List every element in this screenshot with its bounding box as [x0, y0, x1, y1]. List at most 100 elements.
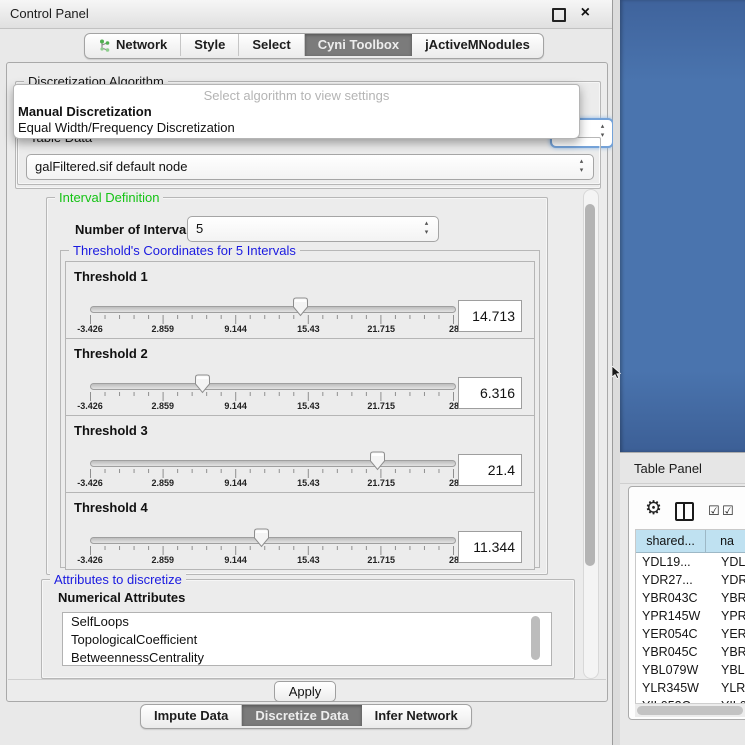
tab-cyni-toolbox[interactable]: Cyni Toolbox: [305, 34, 412, 56]
settings-scroll-area: Interval Definition Number of Intervals …: [11, 187, 583, 679]
node-attribute-table: shared... na YDL19...YDL19YDR27...YDR27Y…: [635, 529, 745, 707]
table-row[interactable]: YBR043CYBR043C: [636, 589, 745, 607]
tab-label: Style: [194, 34, 225, 56]
table-header-row: shared... na: [636, 530, 745, 553]
panel-title: Control Panel: [10, 6, 89, 21]
cell-shared-name[interactable]: YDR27...: [636, 571, 715, 589]
dropdown-placeholder-item[interactable]: Select algorithm to view settings: [14, 88, 579, 104]
threshold-2-panel: Threshold 2-3.4262.8599.14415.4321.71528…: [65, 338, 535, 416]
float-window-icon[interactable]: [552, 8, 566, 22]
attributes-group-label: Attributes to discretize: [50, 572, 186, 587]
column-header-shared-name[interactable]: shared...: [636, 530, 706, 552]
slider-thumb[interactable]: [369, 451, 386, 471]
threshold-value-field[interactable]: 14.713: [458, 300, 522, 332]
cell-shared-name[interactable]: YBR043C: [636, 589, 715, 607]
threshold-3-panel: Threshold 3-3.4262.8599.14415.4321.71528…: [65, 415, 535, 493]
scrollbar-thumb[interactable]: [585, 204, 595, 566]
tab-select[interactable]: Select: [239, 34, 304, 56]
table-row[interactable]: YER054CYER054C: [636, 625, 745, 643]
table-data-combobox[interactable]: galFiltered.sif default node ▴▾: [26, 154, 594, 180]
cell-name[interactable]: YBR043C: [715, 589, 745, 607]
table-panel-header: Table Panel: [620, 452, 745, 484]
tick-label: -3.426: [77, 555, 103, 565]
tab-jactivemnodules[interactable]: jActiveMNodules: [412, 34, 543, 56]
tick-label: -3.426: [77, 324, 103, 334]
cell-shared-name[interactable]: YBR045C: [636, 643, 715, 661]
cell-name[interactable]: YPR145W: [715, 607, 745, 625]
slider-thumb[interactable]: [292, 297, 309, 317]
attribute-item-selfloops[interactable]: SelfLoops: [63, 613, 551, 631]
slider-thumb[interactable]: [194, 374, 211, 394]
table-row[interactable]: YLR345WYLR345W: [636, 679, 745, 697]
cell-name[interactable]: YDR27: [715, 571, 745, 589]
tick-label: 15.43: [297, 324, 320, 334]
cell-name[interactable]: YDL19: [715, 553, 745, 571]
cell-shared-name[interactable]: YBL079W: [636, 661, 715, 679]
close-icon[interactable]: ×: [581, 4, 590, 22]
scrollbar-thumb[interactable]: [637, 706, 743, 715]
network-desktop: GAL80GCGAL11GAL4GCY1HHAP2: [620, 0, 745, 452]
table-row[interactable]: YDL19...YDL19: [636, 553, 745, 571]
tab-impute-data[interactable]: Impute Data: [141, 705, 242, 726]
tick-label: 2.859: [152, 478, 175, 488]
threshold-4-panel: Threshold 4-3.4262.8599.14415.4321.71528…: [65, 492, 535, 570]
settings-scrollbar[interactable]: [583, 189, 599, 679]
slider-track[interactable]: [90, 460, 456, 467]
slider-thumb[interactable]: [253, 528, 270, 548]
table-row[interactable]: YBL079WYBL079W: [636, 661, 745, 679]
cell-shared-name[interactable]: YPR145W: [636, 607, 715, 625]
slider-tick-marks: [90, 469, 454, 479]
mouse-cursor: [612, 366, 621, 379]
threshold-value-field[interactable]: 6.316: [458, 377, 522, 409]
cell-name[interactable]: YBR045C: [715, 643, 745, 661]
cell-shared-name[interactable]: YDL19...: [636, 553, 715, 571]
tick-label: 2.859: [152, 324, 175, 334]
cell-name[interactable]: YLR345W: [715, 679, 745, 697]
checkbox-icon[interactable]: ☑: [722, 504, 734, 517]
table-row[interactable]: YBR045CYBR045C: [636, 643, 745, 661]
tab-label: Cyni Toolbox: [318, 34, 399, 56]
combo-arrows-icon: ▴▾: [422, 219, 431, 237]
interval-definition-group: Interval Definition Number of Intervals …: [46, 197, 548, 575]
tick-label: 9.144: [224, 478, 247, 488]
attribute-item-topologicalcoefficient[interactable]: TopologicalCoefficient: [63, 631, 551, 649]
threshold-label: Threshold 2: [74, 346, 148, 361]
threshold-label: Threshold 3: [74, 423, 148, 438]
threshold-value-field[interactable]: 11.344: [458, 531, 522, 563]
checkbox-icon[interactable]: ☑: [708, 504, 720, 517]
cell-name[interactable]: YBL079W: [715, 661, 745, 679]
tab-discretize-data[interactable]: Discretize Data: [242, 705, 361, 726]
cell-shared-name[interactable]: YLR345W: [636, 679, 715, 697]
gear-icon[interactable]: ⚙: [645, 499, 662, 519]
number-of-intervals-label: Number of Intervals: [75, 222, 197, 237]
cell-name[interactable]: YER054C: [715, 625, 745, 643]
tab-infer-network[interactable]: Infer Network: [362, 705, 471, 726]
tick-label: 21.715: [367, 555, 395, 565]
threshold-value-field[interactable]: 21.4: [458, 454, 522, 486]
dropdown-option-equal-width-frequency-discretization[interactable]: Equal Width/Frequency Discretization: [14, 120, 579, 136]
table-row[interactable]: YPR145WYPR145W: [636, 607, 745, 625]
slider-track[interactable]: [90, 306, 456, 313]
attribute-item-betweennesscentrality[interactable]: BetweennessCentrality: [63, 649, 551, 666]
slider-track[interactable]: [90, 537, 456, 544]
tab-network[interactable]: Network: [85, 34, 181, 56]
network-icon: [98, 39, 111, 52]
list-scrollbar[interactable]: [531, 616, 540, 660]
column-header-name[interactable]: na: [706, 530, 745, 552]
number-of-intervals-combobox[interactable]: 5 ▴▾: [187, 216, 439, 242]
columns-icon[interactable]: [675, 502, 694, 521]
tab-style[interactable]: Style: [181, 34, 239, 56]
slider-track[interactable]: [90, 383, 456, 390]
table-row[interactable]: YDR27...YDR27: [636, 571, 745, 589]
tick-label: 2.859: [152, 401, 175, 411]
tick-label: 15.43: [297, 478, 320, 488]
cell-shared-name[interactable]: YER054C: [636, 625, 715, 643]
control-panel-titlebar: Control Panel ×: [0, 0, 612, 29]
slider-tick-marks: [90, 315, 454, 325]
table-hscrollbar[interactable]: [635, 703, 745, 717]
table-body: YDL19...YDL19YDR27...YDR27YBR043CYBR043C…: [636, 553, 745, 707]
dropdown-option-manual-discretization[interactable]: Manual Discretization: [14, 104, 579, 120]
apply-button[interactable]: Apply: [274, 681, 336, 702]
numerical-attributes-list[interactable]: SelfLoopsTopologicalCoefficientBetweenne…: [62, 612, 552, 666]
table-panel-title: Table Panel: [634, 461, 702, 476]
